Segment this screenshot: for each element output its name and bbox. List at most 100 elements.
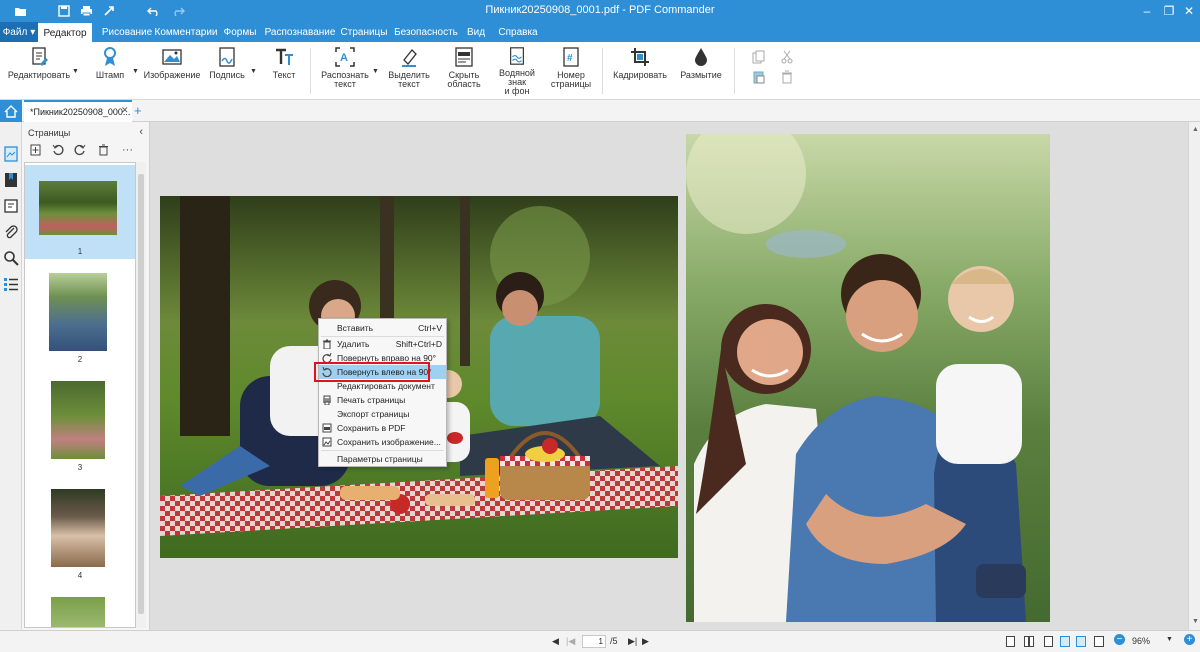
delete-page-icon[interactable] [98, 144, 109, 159]
zoom-value[interactable]: 96% [1132, 636, 1150, 646]
watermark-label-2: и фон [504, 86, 530, 96]
recognize-dropdown-icon[interactable]: ▼ [372, 68, 379, 75]
collapse-panel-icon[interactable]: ‹ [139, 126, 143, 138]
edit-button[interactable]: Редактировать [6, 46, 72, 96]
home-button[interactable] [0, 100, 22, 122]
rotate-left-icon[interactable] [52, 144, 64, 159]
image-button[interactable]: Изображение [144, 46, 200, 96]
menu-item-save-pdf[interactable]: Сохранить в PDF [319, 421, 446, 435]
continuous-view-icon[interactable] [1076, 636, 1086, 649]
page-thumbnail[interactable]: 3 [25, 379, 135, 475]
recognize-text-button[interactable]: A Распознать текст [318, 46, 372, 96]
thumbnail-scrollbar[interactable] [136, 162, 146, 628]
page-thumbnail[interactable]: 2 [25, 271, 135, 367]
tab-comments[interactable]: Комментарии [155, 22, 218, 42]
next-page-icon[interactable]: ▶| [628, 636, 637, 647]
document-scrollbar[interactable]: ▲ ▼ [1188, 122, 1200, 630]
copy-icon[interactable] [752, 50, 766, 67]
page-thumbnail[interactable]: 1 [25, 165, 135, 259]
current-page-input[interactable]: 1 [582, 635, 606, 648]
text-button[interactable]: Текст [266, 46, 302, 96]
menu-item-export-page[interactable]: Экспорт страницы [319, 407, 446, 421]
last-page-icon[interactable]: ▶ [642, 636, 649, 647]
tab-recognition[interactable]: Распознавание [264, 22, 336, 42]
previous-page-icon[interactable]: |◀ [566, 636, 575, 647]
fit-page-icon[interactable] [1044, 636, 1053, 649]
menu-item-label: Сохранить изображение... [337, 437, 441, 447]
facing-view-icon[interactable] [1094, 636, 1104, 649]
stamp-dropdown-icon[interactable]: ▼ [132, 68, 139, 75]
signature-icon [219, 47, 235, 67]
recognize-text-label-2: текст [334, 79, 356, 89]
single-page-view-icon[interactable] [1006, 636, 1015, 649]
delete-icon[interactable] [780, 70, 794, 87]
insert-page-icon[interactable] [30, 144, 41, 159]
thumbnail-image [39, 181, 117, 235]
zoom-dropdown-icon[interactable]: ▼ [1166, 636, 1173, 643]
signature-button[interactable]: Подпись [206, 46, 248, 96]
pages-toolbar: ··· [26, 144, 148, 160]
thumbnail-image [51, 597, 105, 627]
page-number-button[interactable]: # Номер страницы [550, 46, 592, 96]
close-tab-icon[interactable]: ✕ [121, 105, 129, 116]
ribbon-separator [602, 48, 603, 94]
chevron-down-icon: ▾ [30, 26, 36, 38]
menu-item-print-page[interactable]: Печать страницы [319, 393, 446, 407]
layers-list-icon[interactable] [3, 276, 19, 292]
zoom-in-icon[interactable]: + [1184, 634, 1195, 645]
thumbnail-list: 1 2 3 4 [24, 162, 136, 628]
signature-dropdown-icon[interactable]: ▼ [250, 68, 257, 75]
tab-help[interactable]: Справка [496, 22, 540, 42]
attachments-icon[interactable] [3, 224, 19, 240]
maximize-icon[interactable]: ❐ [1158, 2, 1180, 20]
tab-pages[interactable]: Страницы [340, 22, 388, 42]
crop-button[interactable]: Кадрировать [612, 46, 668, 96]
scroll-down-icon[interactable]: ▼ [1192, 618, 1199, 625]
new-tab-button[interactable]: + [134, 103, 142, 118]
page-thumbnail[interactable]: 4 [25, 487, 135, 583]
print-icon [323, 395, 331, 405]
more-options-icon[interactable]: ··· [122, 144, 133, 156]
tab-security[interactable]: Безопасность [394, 22, 458, 42]
edit-dropdown-icon[interactable]: ▼ [72, 68, 79, 75]
fit-width-icon[interactable] [1060, 636, 1070, 649]
page-number: 3 [77, 463, 83, 472]
file-menu-button[interactable]: Файл ▾ [0, 22, 38, 42]
tab-drawing[interactable]: Рисование [96, 22, 158, 42]
text-label: Текст [272, 70, 296, 80]
bookmarks-icon[interactable] [3, 172, 19, 188]
scroll-up-icon[interactable]: ▲ [1192, 126, 1199, 133]
rotate-right-icon[interactable] [74, 144, 86, 159]
select-text-button[interactable]: Выделить текст [386, 46, 432, 96]
edit-label: Редактировать [7, 70, 71, 80]
tab-forms[interactable]: Формы [220, 22, 260, 42]
watermark-button[interactable]: Водяной знак и фон [490, 46, 544, 96]
search-icon[interactable] [3, 250, 19, 266]
menu-item-delete[interactable]: Удалить Shift+Ctrl+D [319, 337, 446, 351]
page-thumbnail[interactable] [25, 595, 135, 627]
blur-button[interactable]: Размытие [678, 46, 724, 96]
two-page-view-icon[interactable] [1024, 636, 1034, 649]
document-tab[interactable]: *Пикник20250908_000... [24, 100, 132, 122]
first-page-icon[interactable]: ◀ [552, 636, 559, 647]
left-sidebar [0, 122, 22, 630]
close-icon[interactable]: ✕ [1178, 2, 1200, 20]
tab-view[interactable]: Вид [462, 22, 490, 42]
menu-item-page-settings[interactable]: Параметры страницы [319, 452, 446, 466]
hide-area-button[interactable]: Скрыть область [442, 46, 486, 96]
comments-icon[interactable] [3, 198, 19, 214]
pages-panel-icon[interactable] [3, 146, 19, 162]
stamp-button[interactable]: Штамп [90, 46, 130, 96]
cut-icon[interactable] [780, 50, 794, 67]
document-canvas[interactable] [150, 122, 1188, 630]
minimize-icon[interactable]: – [1136, 2, 1158, 20]
page-2-family-photo[interactable] [686, 134, 1050, 622]
scrollbar-thumb[interactable] [138, 174, 144, 614]
zoom-out-icon[interactable]: − [1114, 634, 1125, 645]
tab-editor[interactable]: Редактор [38, 23, 92, 44]
edit-document-icon [32, 47, 48, 66]
menu-item-paste[interactable]: Вставить Ctrl+V [319, 321, 446, 335]
menu-item-save-image[interactable]: Сохранить изображение... [319, 435, 446, 449]
page-number-icon: # [563, 47, 579, 67]
paste-icon[interactable] [752, 70, 766, 87]
